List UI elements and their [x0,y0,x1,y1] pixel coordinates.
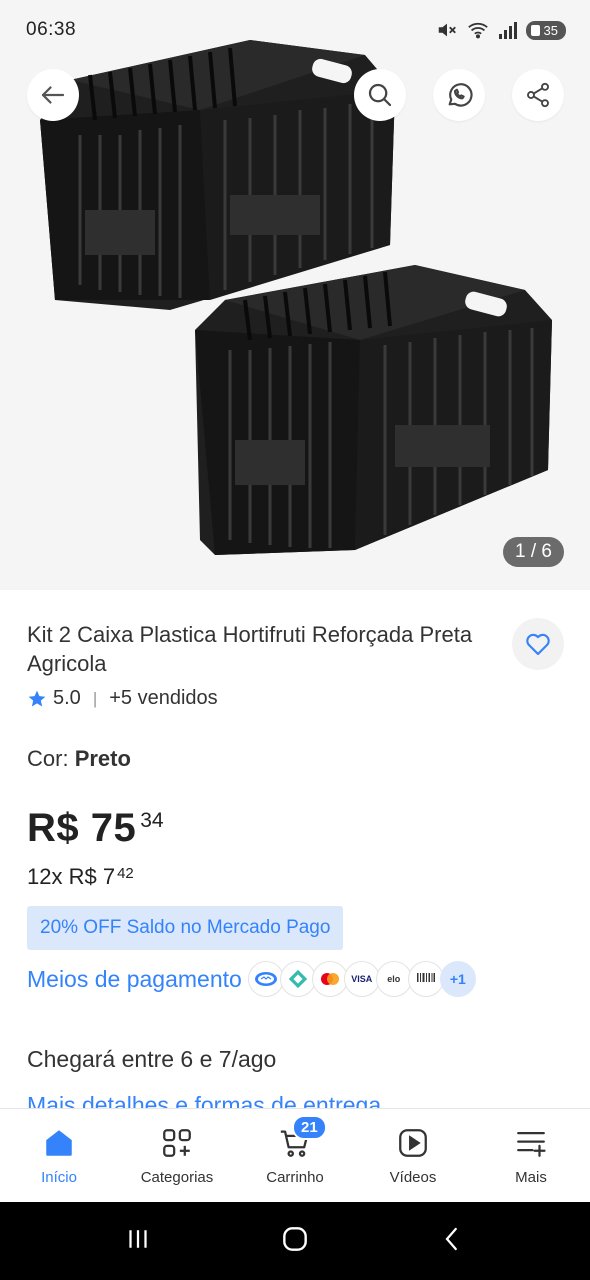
elo-icon: elo [375,961,412,997]
whatsapp-share-button[interactable] [433,69,485,121]
delivery-details-link[interactable]: Mais detalhes e formas de entrega [27,1090,381,1108]
installments: 12x R$ 7 42 [27,864,134,890]
gallery-counter: 1 / 6 [503,537,564,567]
nav-item-videos[interactable]: Vídeos [354,1109,472,1202]
boleto-icon [407,961,444,997]
nav-label-videos: Vídeos [389,1169,437,1186]
payment-methods[interactable]: Meios de pagamento VISA elo +1 [27,961,476,997]
nav-label-categories: Categorias [140,1169,214,1186]
favorite-button[interactable] [512,618,564,670]
price: R$ 75 34 [27,806,164,851]
nav-label-home: Início [41,1169,77,1186]
mute-icon [438,23,456,37]
back-system-button[interactable] [437,1224,467,1259]
share-icon [527,82,549,108]
rating-value: 5.0 [53,687,81,709]
nav-item-categories[interactable]: Categorias [118,1109,236,1202]
arrow-left-icon [41,86,65,104]
recent-apps-icon [129,1229,147,1248]
delivery-estimate: Chegará entre 6 e 7/ago [27,1046,277,1072]
visa-icon: VISA [343,961,380,997]
price-cents: 34 [140,809,164,832]
nav-item-home[interactable]: Início [0,1109,118,1202]
color-value: Preto [74,746,131,771]
rating-row[interactable]: 5.0 | +5 vendidos [27,687,218,710]
menu-icon [513,1125,549,1161]
search-button[interactable] [354,69,406,121]
installments-cents: 42 [117,865,134,882]
home-circle-icon [283,1226,307,1251]
video-icon [395,1125,431,1161]
cart-count-badge: 21 [292,1115,327,1140]
whatsapp-icon [448,83,473,107]
nav-item-more[interactable]: Mais [472,1109,590,1202]
sold-count: +5 vendidos [109,687,218,709]
color-label: Cor: [27,746,75,771]
mercadopago-icon [247,961,284,997]
bottom-navigation: Início Categorias 21 Carrinho Vídeos Mai… [0,1108,590,1202]
discount-badge: 20% OFF Saldo no Mercado Pago [27,906,344,950]
status-icons: 35 [436,19,566,41]
home-icon [41,1125,77,1161]
signal-icon [498,22,517,39]
price-main: R$ 75 [27,806,137,850]
nav-label-more: Mais [515,1169,547,1186]
back-button[interactable] [27,69,79,121]
nav-label-cart: Carrinho [266,1169,324,1186]
status-bar: 06:38 35 [0,0,590,60]
system-navigation-bar [0,1202,590,1280]
product-image-gallery[interactable]: 1 / 6 [0,0,590,590]
mastercard-icon [311,961,348,997]
product-title: Kit 2 Caixa Plastica Hortifruti Reforçad… [27,622,473,676]
search-icon [368,83,392,107]
recent-apps-button[interactable] [123,1224,153,1259]
more-payment-methods[interactable]: +1 [439,961,476,997]
pix-icon [279,961,316,997]
share-button[interactable] [512,69,564,121]
rating-divider: | [92,688,98,708]
product-image [40,40,552,555]
installments-text: 12x R$ 7 [27,864,116,889]
payment-methods-link[interactable]: Meios de pagamento [27,966,242,993]
categories-icon [159,1125,195,1161]
battery-indicator: 35 [525,20,566,40]
wifi-icon [467,22,488,39]
color-selector[interactable]: Cor: Preto [27,746,131,772]
payment-icons: VISA elo +1 [247,961,476,997]
home-system-button[interactable] [279,1223,311,1260]
star-icon [28,690,46,706]
status-time: 06:38 [26,19,77,40]
heart-icon [526,633,550,656]
chevron-left-icon [445,1227,457,1250]
nav-item-cart[interactable]: 21 Carrinho [236,1109,354,1202]
